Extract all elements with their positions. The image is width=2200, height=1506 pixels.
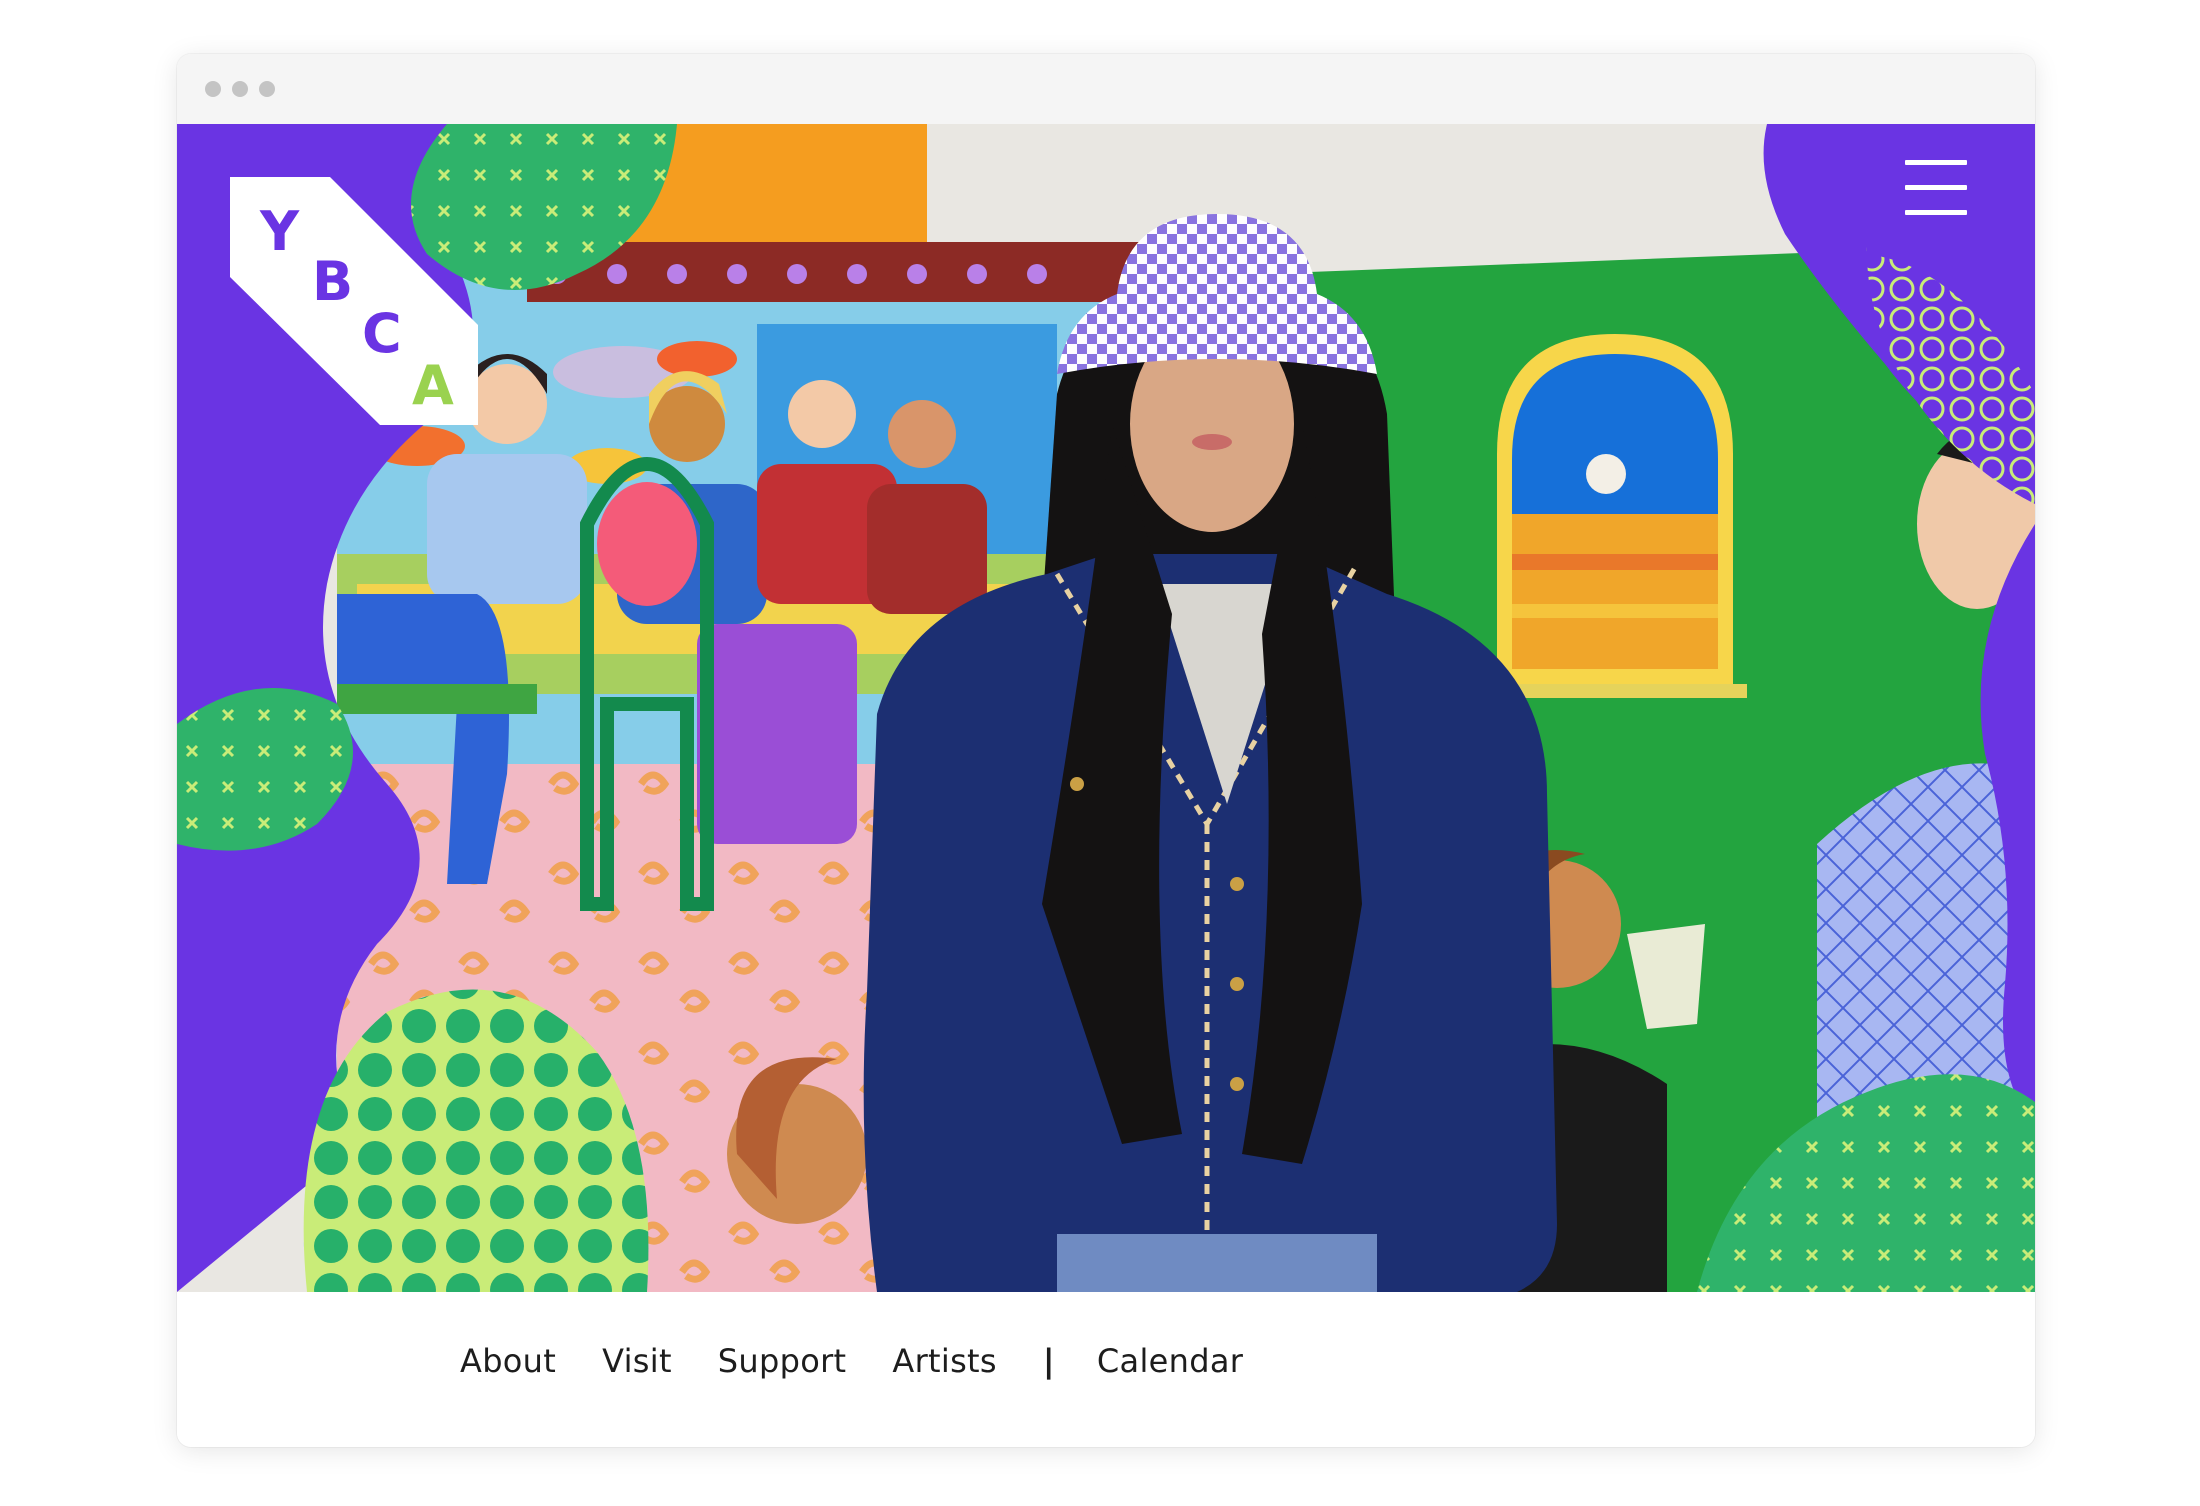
nav-link-visit[interactable]: Visit	[602, 1342, 672, 1380]
window-dot-icon	[232, 81, 248, 97]
nav-link-calendar[interactable]: Calendar	[1097, 1342, 1243, 1380]
menu-bar	[1905, 160, 1967, 165]
footer-nav: About Visit Support Artists | Calendar	[177, 1292, 2035, 1447]
logo-letter-y: Y	[260, 200, 300, 263]
nav-list: About Visit Support Artists | Calendar	[460, 1342, 1289, 1380]
menu-bar	[1905, 185, 1967, 190]
nav-link-support[interactable]: Support	[718, 1342, 847, 1380]
hamburger-menu-icon[interactable]	[1905, 160, 1967, 216]
hero-banner: Y B C A	[177, 124, 2035, 1292]
nav-link-about[interactable]: About	[460, 1342, 556, 1380]
browser-window: Y B C A About Visit Support Artists | Ca…	[177, 54, 2035, 1447]
ybca-logo[interactable]: Y B C A	[230, 177, 478, 425]
window-dot-icon	[259, 81, 275, 97]
logo-letter-a: A	[412, 354, 454, 417]
logo-letter-c: C	[362, 302, 402, 365]
menu-bar	[1905, 210, 1967, 215]
nav-separator: |	[1042, 1342, 1055, 1380]
nav-link-artists[interactable]: Artists	[892, 1342, 996, 1380]
browser-titlebar	[177, 54, 2035, 125]
logo-letter-b: B	[312, 250, 354, 313]
window-dot-icon	[205, 81, 221, 97]
